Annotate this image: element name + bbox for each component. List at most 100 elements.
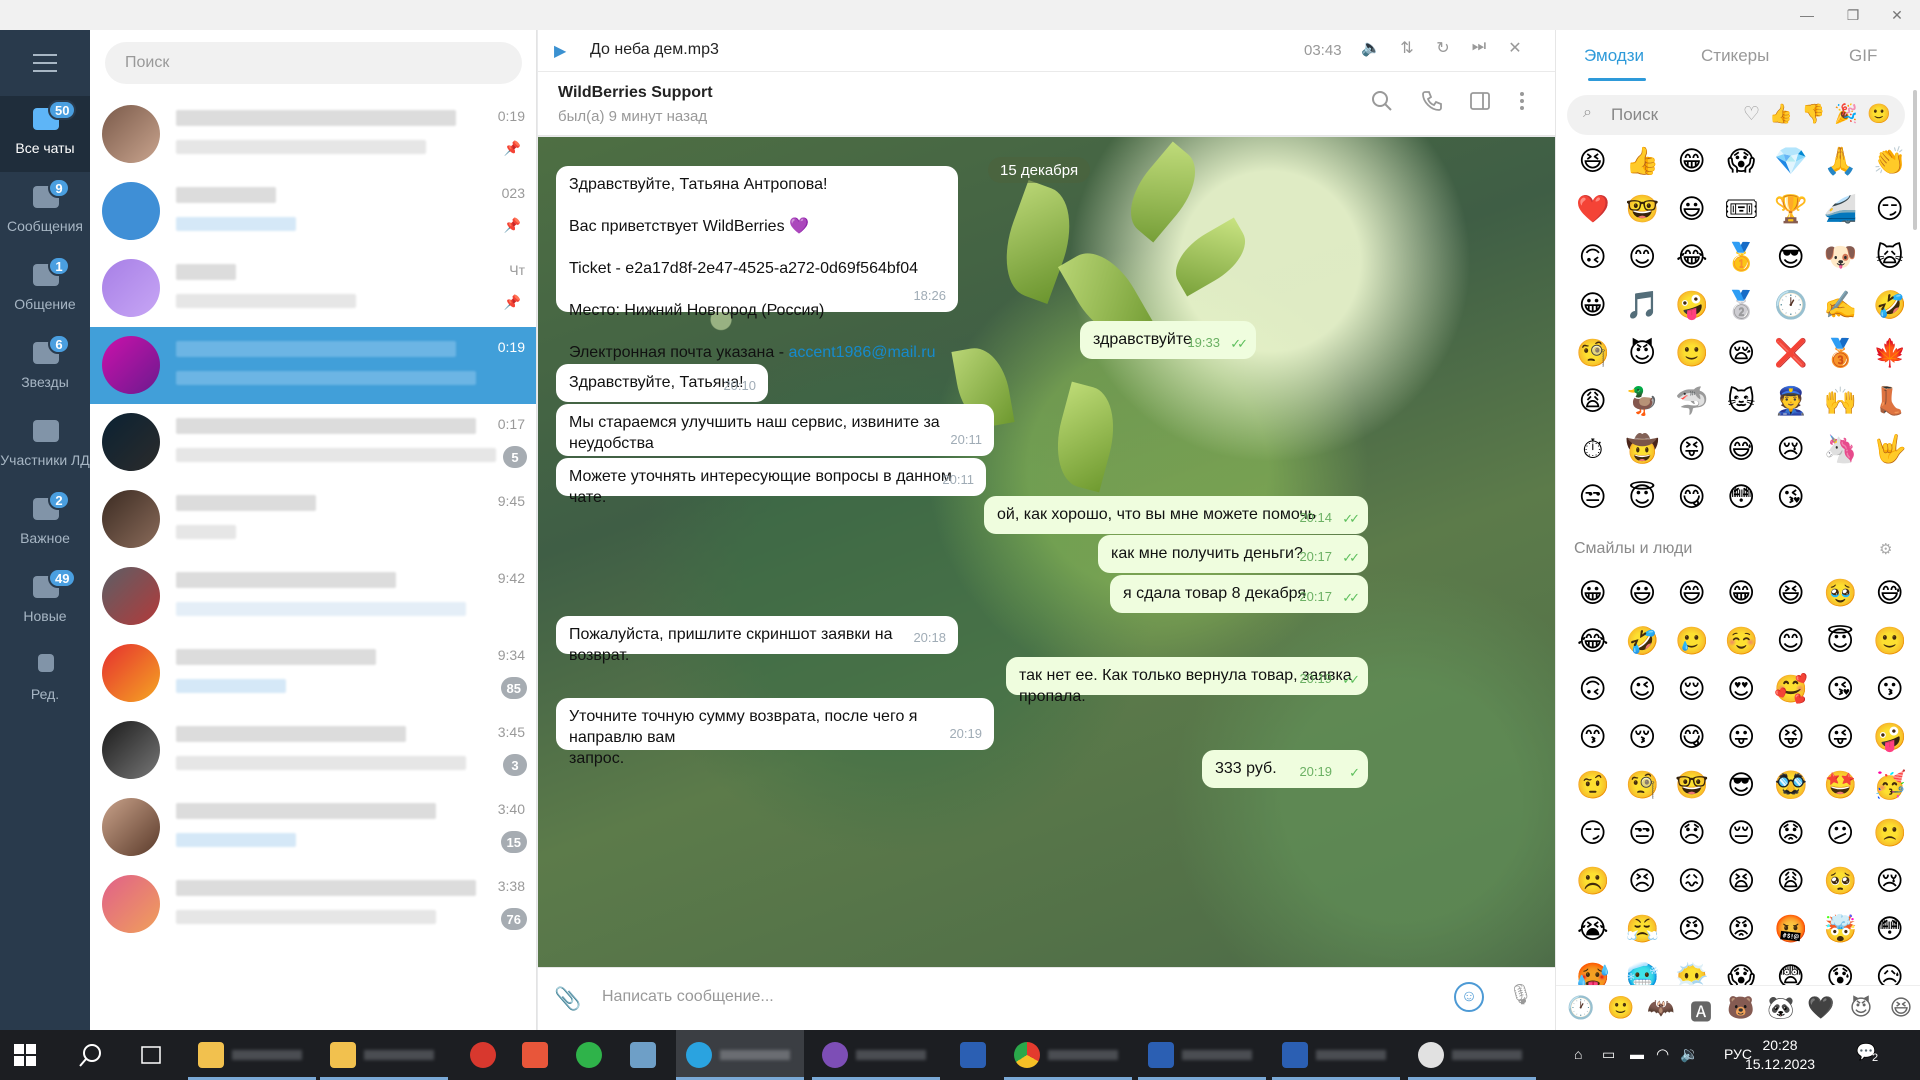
play-icon[interactable]: ▶ <box>554 41 566 61</box>
emoji-item[interactable]: 😉 <box>1618 666 1668 714</box>
message-outgoing[interactable]: 333 руб. 20:19 ✓ <box>1202 750 1368 788</box>
chat-list-item[interactable]: 9:45 <box>90 481 536 558</box>
restore-button[interactable]: ❐ <box>1830 0 1876 30</box>
emoji-item[interactable]: ❤️ <box>1568 186 1618 234</box>
emoji-item[interactable]: 🤬 <box>1766 906 1816 954</box>
taskbar-app-explorer-2[interactable] <box>320 1030 448 1080</box>
track-title[interactable]: До неба дем.mp3 <box>590 41 719 61</box>
emoji-item[interactable]: 😆 <box>1766 570 1816 618</box>
emoji-item[interactable]: 😠 <box>1667 906 1717 954</box>
chat-list-item-wildberries[interactable]: 0:19 <box>90 327 536 404</box>
sidebar-toggle-icon[interactable] <box>1466 90 1494 118</box>
emoji-item[interactable]: 😫 <box>1717 858 1767 906</box>
emoji-item[interactable]: 🦈 <box>1667 378 1717 426</box>
emoji-set-icon[interactable]: 🙂 <box>1602 995 1640 1021</box>
emoji-item[interactable]: 😃 <box>1667 186 1717 234</box>
emoji-item[interactable]: 👮 <box>1766 378 1816 426</box>
emoji-item[interactable]: 😃 <box>1618 570 1668 618</box>
emoji-item[interactable]: 😒 <box>1618 810 1668 858</box>
taskbar-app-word-doc-2[interactable] <box>1272 1030 1400 1080</box>
message-outgoing[interactable]: как мне получить деньги? 20:17 ✓✓ <box>1098 535 1368 573</box>
emoji-item[interactable]: 🙏 <box>1816 138 1866 186</box>
emoji-item[interactable]: 🙁 <box>1865 810 1915 858</box>
task-view-icon[interactable] <box>132 1030 172 1080</box>
tray-icon[interactable]: ▭ <box>1602 1046 1615 1063</box>
emoji-item[interactable]: 🤠 <box>1618 426 1668 474</box>
emoji-item[interactable]: 😂 <box>1568 618 1618 666</box>
taskbar-clock[interactable]: 20:28 15.12.2023 <box>1734 1036 1826 1074</box>
emoji-item[interactable]: 😘 <box>1766 474 1816 522</box>
emoji-item[interactable]: 👢 <box>1865 378 1915 426</box>
emoji-button-icon[interactable]: ☺ <box>1454 982 1484 1012</box>
chat-list-item[interactable]: 0:19 📌 <box>90 96 536 173</box>
taskbar-app-explorer[interactable] <box>188 1030 316 1080</box>
emoji-set-icon[interactable]: 😈 <box>1842 995 1880 1021</box>
emoji-item[interactable]: 😅 <box>1717 426 1767 474</box>
search-icon[interactable] <box>1368 90 1396 118</box>
order-icon[interactable]: ⇅ <box>1394 38 1420 58</box>
taskbar-app-word[interactable] <box>950 1030 996 1080</box>
taskbar-app-store[interactable] <box>512 1030 558 1080</box>
emoji-item[interactable]: 😡 <box>1717 906 1767 954</box>
emoji-item[interactable]: 🥰 <box>1766 666 1816 714</box>
message-incoming[interactable]: Уточните точную сумму возврата, после че… <box>556 698 994 767</box>
emoji-item[interactable]: 🤪 <box>1865 714 1915 762</box>
emoji-item[interactable]: 🥳 <box>1865 762 1915 810</box>
emoji-item[interactable]: ☺️ <box>1717 618 1767 666</box>
taskbar-app-notes[interactable] <box>620 1030 666 1080</box>
emoji-item[interactable]: 😔 <box>1717 810 1767 858</box>
emoji-item[interactable]: 👍 <box>1618 138 1668 186</box>
emoji-item[interactable]: 😢 <box>1865 858 1915 906</box>
emoji-item[interactable]: 🕐 <box>1766 282 1816 330</box>
emoji-item[interactable]: ❌ <box>1766 330 1816 378</box>
emoji-item[interactable]: 😍 <box>1717 666 1767 714</box>
emoji-item[interactable]: 😏 <box>1865 186 1915 234</box>
emoji-item[interactable]: 🐶 <box>1816 234 1866 282</box>
emoji-item[interactable]: ⏱ <box>1568 426 1618 474</box>
emoji-item[interactable]: 😀 <box>1568 570 1618 618</box>
email-link[interactable]: accent1986@mail.ru <box>788 344 935 361</box>
emoji-item[interactable]: 😁 <box>1717 570 1767 618</box>
folder-all-chats[interactable]: 50 Все чаты <box>0 96 90 172</box>
emoji-item[interactable]: 😳 <box>1717 474 1767 522</box>
emoji-set-icon[interactable]: 🖤 <box>1802 995 1840 1021</box>
emoji-item[interactable]: 😛 <box>1717 714 1767 762</box>
emoji-item[interactable]: 🙌 <box>1816 378 1866 426</box>
chat-header[interactable]: WildBerries Support был(а) 9 минут назад <box>538 72 1555 136</box>
emoji-search-input[interactable]: ⌕ Поиск ♡👍👎🎉🙂 <box>1567 95 1905 135</box>
emoji-item[interactable]: 😈 <box>1618 330 1668 378</box>
volume-icon[interactable]: 🔉 <box>1680 1045 1699 1063</box>
emoji-item[interactable]: 😭 <box>1568 906 1618 954</box>
search-icon[interactable] <box>72 1030 112 1080</box>
emoji-item[interactable]: 😝 <box>1667 426 1717 474</box>
chat-list-item[interactable]: Чт 📌 <box>90 250 536 327</box>
emoji-item[interactable]: 🤓 <box>1667 762 1717 810</box>
emoji-set-icon[interactable]: 🐼 <box>1762 995 1800 1021</box>
emoji-item[interactable]: 🥇 <box>1717 234 1767 282</box>
taskbar-app-chrome[interactable] <box>1004 1030 1132 1080</box>
emoji-item[interactable]: 😆 <box>1568 138 1618 186</box>
emoji-set-icon[interactable]: 🐻 <box>1722 995 1760 1021</box>
emoji-item[interactable]: 😀 <box>1568 282 1618 330</box>
folder-edit[interactable]: Ред. <box>0 642 90 718</box>
emoji-item[interactable]: 🥲 <box>1667 618 1717 666</box>
message-incoming[interactable]: Здравствуйте, Татьяна Антропова! Вас при… <box>556 166 958 361</box>
emoji-item[interactable]: 🎟 <box>1717 186 1767 234</box>
emoji-item[interactable]: 🤣 <box>1618 618 1668 666</box>
emoji-item[interactable]: 🧐 <box>1618 762 1668 810</box>
folder-new[interactable]: 49 Новые <box>0 564 90 640</box>
message-outgoing[interactable]: ой, как хорошо, что вы мне можете помочь… <box>984 496 1368 534</box>
emoji-item[interactable]: 🙂 <box>1865 618 1915 666</box>
emoji-item[interactable]: 😩 <box>1568 378 1618 426</box>
windows-start-icon[interactable] <box>14 1044 36 1066</box>
tab-emoji[interactable]: Эмодзи <box>1584 46 1644 66</box>
emoji-item[interactable]: 😄 <box>1667 570 1717 618</box>
emoji-item[interactable]: 🥸 <box>1766 762 1816 810</box>
emoji-item[interactable]: 😕 <box>1816 810 1866 858</box>
emoji-item[interactable]: 👏 <box>1865 138 1915 186</box>
repeat-icon[interactable]: ↻ <box>1430 38 1456 58</box>
emoji-item[interactable]: ✍️ <box>1816 282 1866 330</box>
taskbar-app-opera[interactable] <box>460 1030 506 1080</box>
section-settings-icon[interactable]: ⚙ <box>1879 540 1892 558</box>
folder-talk[interactable]: 1 Общение <box>0 252 90 328</box>
